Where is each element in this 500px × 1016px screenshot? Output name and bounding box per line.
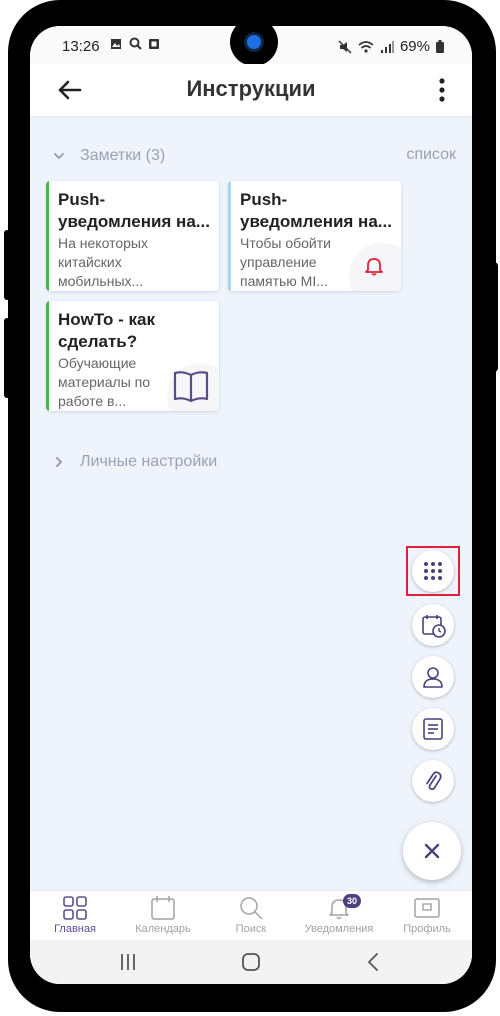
note-card[interactable]: HowTo - как сделать? Обучающие материалы…	[46, 301, 219, 411]
close-icon	[424, 843, 440, 859]
nav-label: Уведомления	[304, 923, 374, 935]
card-accent-bar	[228, 181, 231, 291]
search-icon	[129, 37, 142, 50]
close-fab-button[interactable]	[403, 822, 461, 880]
back-icon[interactable]	[360, 950, 388, 974]
book-icon	[173, 371, 209, 403]
contacts-button[interactable]	[412, 656, 454, 698]
side-button	[490, 262, 498, 372]
card-icon-badge	[167, 363, 219, 411]
settings-section-label: Личные настройки	[80, 453, 218, 470]
paperclip-icon	[426, 771, 442, 791]
person-icon	[423, 667, 443, 688]
calendar-clock-button[interactable]	[412, 604, 454, 646]
search-icon	[240, 897, 263, 920]
view-mode-toggle[interactable]: список	[406, 146, 456, 164]
wifi-icon	[358, 40, 374, 53]
bottom-nav: Главная Календарь Поиск 30 Уведомления П…	[30, 890, 472, 941]
nav-item-notifications[interactable]: 30 Уведомления	[295, 894, 383, 935]
battery-icon	[436, 40, 444, 53]
profile-card-icon	[414, 898, 440, 918]
recents-icon[interactable]	[114, 950, 142, 974]
notes-button[interactable]	[412, 708, 454, 750]
nav-label: Главная	[54, 923, 96, 935]
nav-label: Поиск	[235, 923, 267, 935]
bell-icon	[365, 258, 383, 276]
note-card[interactable]: Push-уведомления на... На некоторых кита…	[46, 181, 219, 291]
nav-item-home[interactable]: Главная	[31, 895, 119, 935]
nav-item-profile[interactable]: Профиль	[383, 895, 471, 935]
chevron-down-icon	[54, 153, 64, 160]
selection-highlight	[406, 546, 460, 596]
app-bar: Инструкции	[30, 64, 472, 116]
settings-section-header[interactable]: Личные настройки	[52, 450, 217, 474]
card-accent-bar	[46, 301, 49, 411]
home-icon[interactable]	[237, 950, 265, 974]
image-icon	[111, 39, 121, 49]
nav-label: Календарь	[135, 923, 191, 935]
status-right: 69%	[338, 38, 444, 55]
status-bar: 13:26 69%	[30, 26, 472, 66]
attachments-button[interactable]	[412, 760, 454, 802]
screenshot-icon	[149, 39, 160, 49]
more-vert-icon[interactable]	[432, 76, 452, 104]
volume-button	[4, 230, 10, 300]
nav-item-calendar[interactable]: Календарь	[119, 895, 207, 935]
status-time: 13:26	[62, 38, 100, 55]
home-grid-icon	[63, 896, 87, 920]
note-icon	[423, 718, 443, 740]
front-camera	[230, 26, 278, 66]
status-left-icons	[110, 37, 160, 52]
system-nav-bar	[30, 940, 472, 984]
note-card-title: HowTo - как сделать?	[58, 310, 155, 351]
notes-section-label: Заметки (3)	[80, 147, 166, 164]
nav-item-search[interactable]: Поиск	[207, 895, 295, 935]
note-card-title: Push-уведомления на...	[240, 190, 392, 231]
note-card[interactable]: Push-уведомления на... Чтобы обойти упра…	[228, 181, 401, 291]
notification-count-badge: 30	[343, 894, 361, 908]
note-card-title: Push-уведомления на...	[58, 190, 210, 231]
signal-icon	[380, 40, 394, 53]
nav-label: Профиль	[403, 923, 451, 935]
calendar-clock-icon	[422, 615, 446, 638]
notes-section-header[interactable]: Заметки (3)	[52, 144, 165, 168]
battery-level: 69%	[399, 38, 430, 55]
screen: 13:26 69% Инструкции Заметки (3) список …	[30, 26, 472, 984]
card-accent-bar	[46, 181, 49, 291]
chevron-right-icon	[56, 457, 63, 467]
note-card-text: На некоторых китайских мобильных...	[58, 235, 148, 289]
mute-icon	[338, 39, 352, 54]
calendar-icon	[151, 896, 175, 920]
power-button	[4, 318, 10, 398]
page-title: Инструкции	[186, 76, 316, 101]
